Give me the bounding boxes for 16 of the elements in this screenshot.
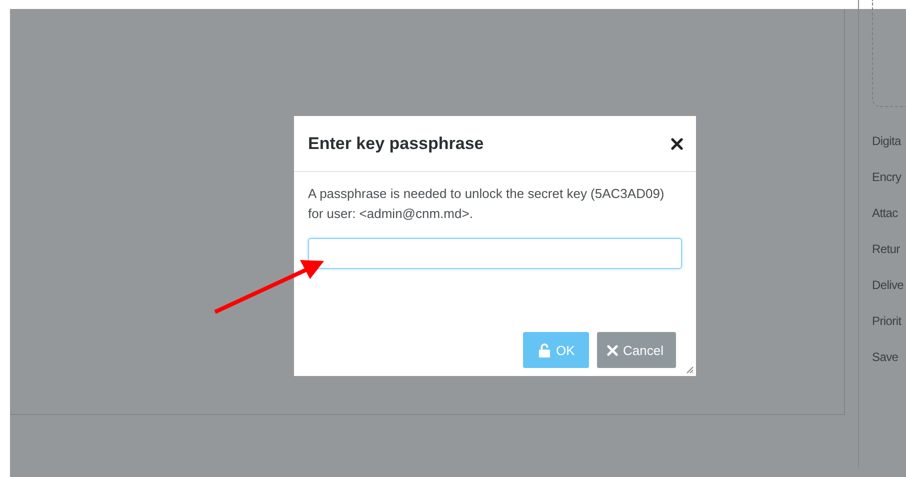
dialog-title: Enter key passphrase — [308, 134, 484, 154]
option-label: Retur — [872, 241, 901, 258]
option-label: Digita — [872, 133, 902, 150]
passphrase-field[interactable] — [308, 238, 682, 269]
resize-grip-icon[interactable] — [686, 366, 694, 374]
unlock-icon — [538, 342, 551, 358]
option-label: Delive — [872, 277, 905, 294]
option-label: Save — [872, 349, 900, 366]
cancel-button[interactable]: Cancel — [597, 332, 676, 368]
dialog-message: A passphrase is needed to unlock the secret key (5AC3AD09) for user: <admin@cnm.md>. — [308, 185, 666, 223]
close-icon[interactable] — [671, 138, 683, 150]
option-label: Priorit — [872, 313, 902, 330]
close-icon — [607, 344, 618, 356]
option-label: Encry — [872, 169, 902, 186]
option-label: Attac — [872, 205, 899, 222]
ok-button[interactable]: OK — [523, 332, 589, 368]
